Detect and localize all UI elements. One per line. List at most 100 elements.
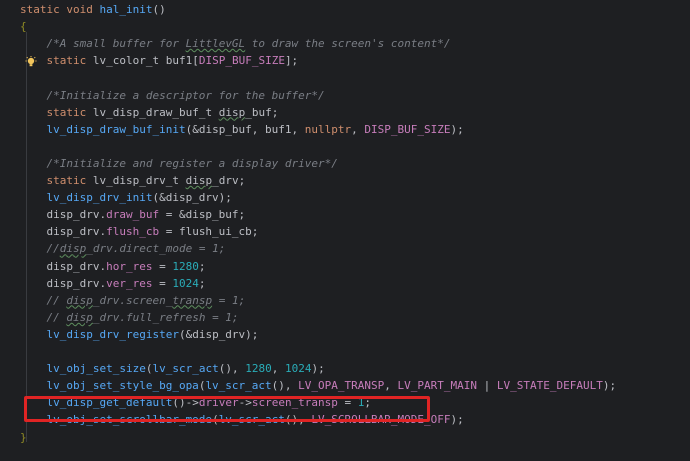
code-token: disp_drv. <box>20 259 107 273</box>
code-token: } <box>20 430 27 444</box>
code-line[interactable]: static void hal_init() <box>20 1 166 18</box>
code-token: (&disp_drv); <box>178 327 259 341</box>
code-token: lv_disp_drv_t <box>92 174 186 187</box>
code-token: (), <box>271 379 299 393</box>
code-token: ; <box>198 259 206 273</box>
code-line[interactable]: } <box>20 429 27 446</box>
code-token: disp <box>66 310 93 324</box>
code-line[interactable]: disp_drv.flush_cb = flush_ui_cb; <box>20 223 258 240</box>
code-token: ); <box>602 379 617 393</box>
code-line[interactable]: static lv_disp_drv_t disp_drv; <box>20 172 245 189</box>
code-token: , <box>351 122 365 136</box>
code-token: _buf; <box>245 105 279 119</box>
code-token: disp_drv. <box>20 208 107 222</box>
code-token: ]; <box>284 54 299 68</box>
highlight-box <box>24 396 430 422</box>
code-token: { <box>20 20 27 34</box>
code-token: 1024 <box>284 362 312 376</box>
code-token: DISP_BUF_SIZE <box>198 54 285 68</box>
code-token: lv_scr_act <box>205 379 272 393</box>
code-token: = flush_ui_cb; <box>159 225 259 239</box>
bulb-icon[interactable] <box>25 56 37 71</box>
code-token: = &disp_buf; <box>159 208 246 222</box>
code-token: static void <box>20 3 100 16</box>
code-token: ); <box>311 362 325 376</box>
code-token: static <box>20 105 93 119</box>
code-token: disp_drv. <box>20 276 107 290</box>
code-token: , <box>384 379 398 393</box>
code-token: LV_PART_MAIN <box>397 379 477 393</box>
code-editor[interactable]: static void hal_init() { /*A small buffer… <box>0 0 690 461</box>
code-line[interactable]: // disp_drv.full_refresh = 1; <box>20 309 239 326</box>
code-token: /*A small buffer for <box>20 37 186 51</box>
code-token: // <box>20 293 67 307</box>
code-token: DISP_BUF_SIZE <box>364 122 451 136</box>
code-token: hor_res <box>106 259 153 273</box>
code-token: LV_OPA_TRANSP <box>298 379 385 393</box>
code-token: , <box>271 362 285 376</box>
code-token: ); <box>450 413 464 427</box>
code-token: ); <box>450 122 464 136</box>
code-token: (&disp_buf, buf1, <box>185 122 305 136</box>
code-token: _drv.full_refresh = 1; <box>92 310 239 324</box>
code-token: lv_obj_set_size <box>20 362 146 376</box>
code-line[interactable]: lv_disp_draw_buf_init(&disp_buf, buf1, n… <box>20 121 464 138</box>
code-line[interactable]: lv_obj_set_style_bg_opa(lv_scr_act(), LV… <box>20 377 616 394</box>
code-token: disp <box>218 105 246 119</box>
code-token: lv_disp_draw_buf_init <box>20 122 186 136</box>
code-line[interactable]: disp_drv.draw_buf = &disp_buf; <box>20 206 245 223</box>
code-token: disp <box>59 242 87 256</box>
code-line[interactable]: disp_drv.ver_res = 1024; <box>20 275 205 292</box>
code-token: /*Initialize a descriptor for the buffer… <box>20 88 325 102</box>
code-token: transp <box>172 293 213 307</box>
code-token: = <box>152 259 173 273</box>
code-line[interactable]: /*A small buffer for LittlevGL to draw t… <box>20 35 451 52</box>
code-token: /*Initialize and register a display driv… <box>20 156 338 170</box>
code-token: = <box>152 276 173 290</box>
code-token: disp_drv. <box>20 225 107 239</box>
code-token: LittlevGL <box>185 37 246 51</box>
code-token: // <box>20 242 60 256</box>
code-token: // <box>20 310 67 324</box>
code-token: lv_color_t <box>92 54 166 68</box>
code-token: disp <box>66 293 93 307</box>
code-token: (&disp_drv); <box>152 191 232 205</box>
code-token: lv_disp_drv_register <box>20 327 179 341</box>
code-token: flush_cb <box>106 225 160 239</box>
code-line[interactable]: /*Initialize a descriptor for the buffer… <box>20 87 325 104</box>
code-line[interactable]: // disp_drv.screen_transp = 1; <box>20 292 245 309</box>
code-line[interactable]: //disp_drv.direct_mode = 1; <box>20 240 225 257</box>
code-token: to draw the screen's content*/ <box>245 37 451 51</box>
code-token: 1024 <box>172 276 199 290</box>
code-token: disp <box>185 174 213 187</box>
code-line[interactable]: static lv_disp_draw_buf_t disp_buf; <box>20 104 278 121</box>
code-token: static <box>20 174 93 187</box>
code-token: buf1 <box>165 54 193 68</box>
code-token: _drv.screen_ <box>92 293 173 307</box>
code-token: ver_res <box>106 276 153 290</box>
code-token: () <box>152 3 166 16</box>
code-line[interactable]: static lv_color_t buf1[DISP_BUF_SIZE]; <box>20 52 298 69</box>
code-line[interactable]: { <box>20 18 27 35</box>
code-line[interactable]: /*Initialize and register a display driv… <box>20 155 338 172</box>
code-token: (), <box>218 362 246 376</box>
code-token: _drv.direct_mode = 1; <box>86 242 226 256</box>
code-token: LV_STATE_DEFAULT <box>496 379 603 393</box>
code-token: lv_scr_act <box>152 362 219 376</box>
code-token: hal_init <box>99 3 153 16</box>
code-token: nullptr <box>304 122 352 136</box>
code-line[interactable]: disp_drv.hor_res = 1280; <box>20 258 205 275</box>
code-token: 1280 <box>172 259 199 273</box>
code-token: | <box>477 379 497 393</box>
code-token: _drv; <box>212 174 246 187</box>
code-line[interactable]: lv_disp_drv_register(&disp_drv); <box>20 326 258 343</box>
code-token: [ <box>192 54 199 68</box>
code-line[interactable]: lv_disp_drv_init(&disp_drv); <box>20 189 232 206</box>
code-token: ; <box>198 276 206 290</box>
code-token: lv_disp_draw_buf_t <box>92 105 219 119</box>
code-token: = 1; <box>212 293 246 307</box>
code-token: draw_buf <box>106 208 160 222</box>
code-line[interactable]: lv_obj_set_size(lv_scr_act(), 1280, 1024… <box>20 360 325 377</box>
code-token: lv_obj_set_style_bg_opa <box>20 379 199 393</box>
code-token: 1280 <box>245 362 272 376</box>
